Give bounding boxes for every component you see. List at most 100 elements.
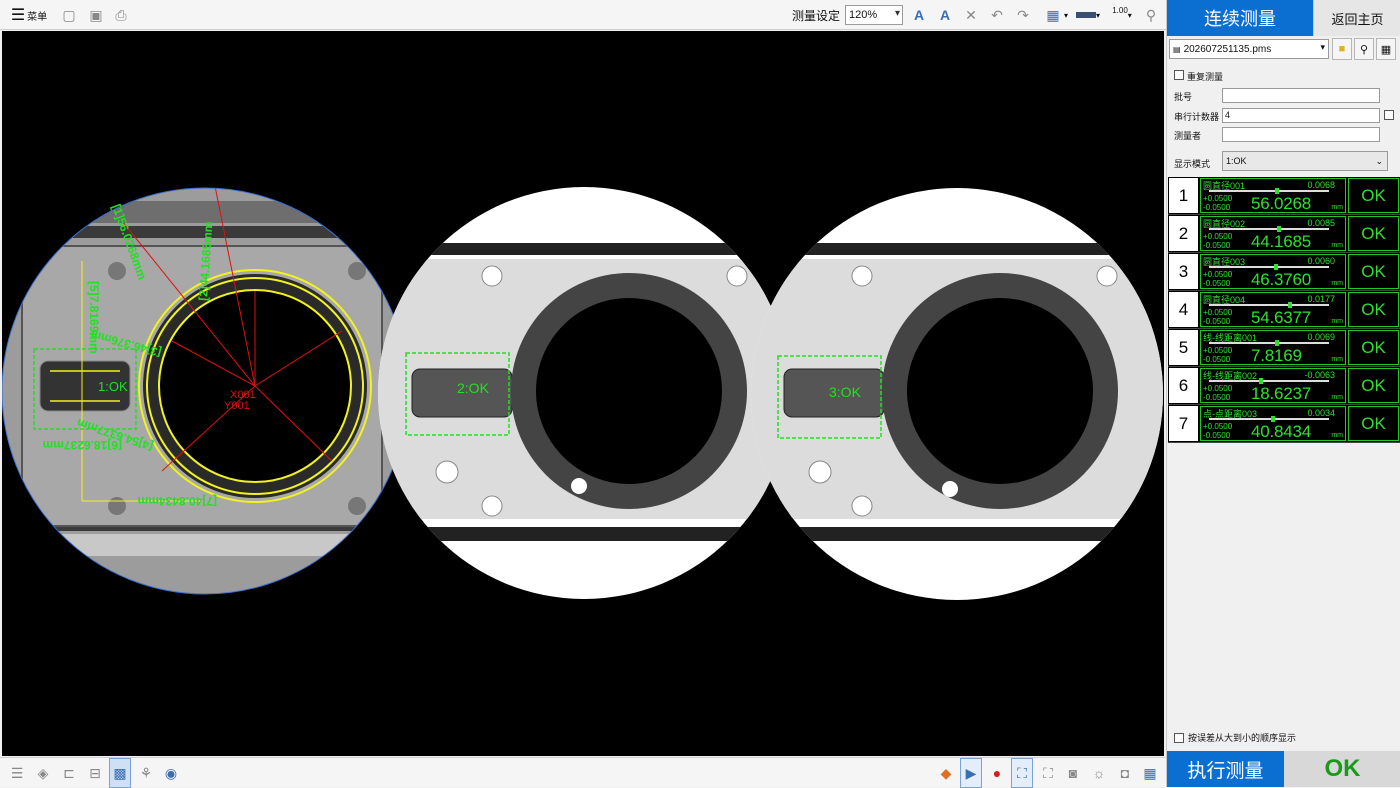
image-icon: ▩ bbox=[113, 764, 127, 781]
camera-view-button[interactable]: ◉ bbox=[160, 758, 182, 788]
image-viewport[interactable]: 1:OK X001 Y001 [2]44.1685mm [1]56.0268mm… bbox=[2, 31, 1164, 756]
display-mode-value: 1:OK bbox=[1226, 156, 1247, 166]
batch-input[interactable] bbox=[1222, 88, 1380, 103]
result-detail: 圆直径002 0.0085 +0.0500 -0.0500 44.1685 mm bbox=[1200, 216, 1346, 251]
result-unit: mm bbox=[1331, 394, 1343, 401]
operator-label: 测量者 bbox=[1174, 131, 1202, 141]
tolerance-plus: +0.0500 bbox=[1203, 384, 1233, 393]
sort-option[interactable]: 按误差从大到小的顺序显示 bbox=[1174, 731, 1296, 744]
undo-icon: ↶ bbox=[991, 6, 1003, 23]
result-row[interactable]: 3 圆直径003 0.0060 +0.0500 -0.0500 46.3760 mm OK bbox=[1168, 253, 1400, 291]
counter-input[interactable]: 4 bbox=[1222, 108, 1380, 123]
measure-setting-label: 测量设定 bbox=[791, 8, 840, 23]
undo-button[interactable]: ↶ bbox=[986, 0, 1008, 30]
location-button[interactable]: ⚲ bbox=[1140, 0, 1162, 30]
table-icon: ▦ bbox=[1143, 764, 1157, 781]
capture-button[interactable]: ◙ bbox=[1062, 758, 1084, 788]
station-3-image bbox=[751, 188, 1163, 600]
result-detail: 线-线距离002 -0.0063 +0.0500 -0.0500 18.6237 mm bbox=[1200, 368, 1346, 403]
station-2-label: 2:OK bbox=[457, 380, 490, 396]
delete-button[interactable]: ✕ bbox=[960, 0, 982, 30]
auto-text-button[interactable]: A bbox=[933, 0, 957, 30]
sort-checkbox[interactable] bbox=[1174, 732, 1184, 743]
result-value: 18.6237 bbox=[1251, 384, 1312, 403]
print-button[interactable]: ⎙ bbox=[110, 0, 132, 30]
result-status: OK bbox=[1348, 292, 1399, 327]
result-deviation: -0.0063 bbox=[1304, 370, 1335, 380]
station-1-label: 1:OK bbox=[98, 379, 128, 394]
result-row[interactable]: 6 线-线距离002 -0.0063 +0.0500 -0.0500 18.6237 mm O… bbox=[1168, 367, 1400, 405]
camera-image: 1:OK X001 Y001 [2]44.1685mm [1]56.0268mm… bbox=[2, 187, 1163, 600]
result-detail: 圆直径001 0.0068 +0.0500 -0.0500 56.0268 mm bbox=[1200, 178, 1346, 213]
result-deviation: 0.0060 bbox=[1307, 256, 1335, 266]
tolerance-plus: +0.0500 bbox=[1203, 194, 1233, 203]
zoom-fit-button[interactable]: ⛶ bbox=[1037, 758, 1059, 788]
file-settings-button[interactable]: ▦ bbox=[1376, 38, 1396, 60]
search-icon: ⚲ bbox=[1359, 43, 1369, 56]
sort-label: 按误差从大到小的顺序显示 bbox=[1188, 733, 1297, 743]
result-row[interactable]: 5 线-线距离001 0.0069 +0.0500 -0.0500 7.8169 mm OK bbox=[1168, 329, 1400, 367]
tolerance-plus: +0.0500 bbox=[1203, 422, 1233, 431]
side-panel: 连续测量 返回主页 ▤ 202607251135.pms ▾ ■ ⚲ ▦ 重复测… bbox=[1166, 0, 1400, 787]
list-icon: ☰ bbox=[10, 764, 24, 781]
tree-button[interactable]: ⚘ bbox=[135, 758, 157, 788]
new-file-button[interactable]: ▢ bbox=[58, 0, 80, 30]
result-detail: 线-线距离001 0.0069 +0.0500 -0.0500 7.8169 mm bbox=[1200, 330, 1346, 365]
result-unit: mm bbox=[1331, 204, 1343, 211]
file-select[interactable]: ▤ 202607251135.pms ▾ bbox=[1169, 39, 1329, 59]
result-number: 4 bbox=[1168, 291, 1199, 328]
operator-input[interactable] bbox=[1222, 127, 1380, 142]
result-row[interactable]: 1 圆直径001 0.0068 +0.0500 -0.0500 56.0268 mm OK bbox=[1168, 177, 1400, 215]
dimension-button[interactable]: ⊏ bbox=[58, 758, 80, 788]
result-detail: 圆直径004 0.0177 +0.0500 -0.0500 54.6377 mm bbox=[1200, 292, 1346, 327]
station-3-label: 3:OK bbox=[829, 384, 862, 400]
zoom-value: 120% bbox=[849, 9, 878, 21]
batch-label: 批号 bbox=[1174, 92, 1193, 102]
redo-icon: ↷ bbox=[1017, 6, 1029, 23]
result-detail: 点-点距离003 0.0034 +0.0500 -0.0500 40.8434 mm bbox=[1200, 406, 1346, 441]
line-width-value: 1.00 bbox=[1112, 5, 1128, 15]
image-view-button[interactable]: ▩ bbox=[109, 758, 131, 788]
chevron-down-icon: ⌄ bbox=[1375, 156, 1383, 166]
search-file-button[interactable]: ⚲ bbox=[1354, 38, 1374, 60]
result-unit: mm bbox=[1331, 432, 1343, 439]
result-detail: 圆直径003 0.0060 +0.0500 -0.0500 46.3760 mm bbox=[1200, 254, 1346, 289]
continuous-measure-button[interactable]: 连续测量 bbox=[1167, 0, 1313, 36]
new-file-icon: ▢ bbox=[62, 6, 76, 23]
stop-button[interactable]: ● bbox=[986, 758, 1008, 788]
tolerance-minus: -0.0500 bbox=[1203, 241, 1231, 250]
snapshot-button[interactable]: ◘ bbox=[1114, 758, 1136, 788]
brightness-button[interactable]: ☼ bbox=[1088, 758, 1110, 788]
display-mode-select[interactable]: 1:OK ⌄ bbox=[1222, 151, 1388, 171]
line-width-select[interactable]: 1.00 ▾ bbox=[1106, 0, 1138, 30]
counter-checkbox[interactable] bbox=[1384, 110, 1394, 120]
result-number: 2 bbox=[1168, 215, 1199, 252]
play-button[interactable]: ▶ bbox=[960, 758, 982, 788]
line-style-select[interactable]: ▾ bbox=[1072, 0, 1104, 30]
auto-detect-button[interactable]: ⛶ bbox=[1011, 758, 1033, 788]
result-number: 7 bbox=[1168, 405, 1199, 442]
tolerance-minus: -0.0500 bbox=[1203, 317, 1231, 326]
menu-button[interactable]: ☰ 菜单 bbox=[8, 0, 50, 30]
home-button[interactable]: 返回主页 bbox=[1313, 0, 1400, 36]
layers-button[interactable]: ◈ bbox=[32, 758, 54, 788]
color-select[interactable]: ▦ ▾ bbox=[1040, 0, 1070, 30]
result-row[interactable]: 4 圆直径004 0.0177 +0.0500 -0.0500 54.6377 mm OK bbox=[1168, 291, 1400, 329]
fixture-button[interactable]: ⊟ bbox=[84, 758, 106, 788]
result-row[interactable]: 7 点-点距离003 0.0034 +0.0500 -0.0500 40.8434 mm OK bbox=[1168, 405, 1400, 443]
open-folder-button[interactable]: ■ bbox=[1332, 38, 1352, 60]
table-button[interactable]: ▦ bbox=[1139, 758, 1161, 788]
redo-button[interactable]: ↷ bbox=[1012, 0, 1034, 30]
list-view-button[interactable]: ☰ bbox=[6, 758, 28, 788]
auto-fit-button[interactable]: A bbox=[907, 0, 931, 30]
stack-button[interactable]: ◆ bbox=[935, 758, 957, 788]
result-row[interactable]: 2 圆直径002 0.0085 +0.0500 -0.0500 44.1685 mm OK bbox=[1168, 215, 1400, 253]
stack-icon: ◆ bbox=[940, 764, 952, 781]
save-button[interactable]: ▣ bbox=[85, 0, 107, 30]
result-deviation: 0.0085 bbox=[1307, 218, 1335, 228]
repeat-checkbox[interactable] bbox=[1174, 70, 1184, 80]
file-icon: ▤ bbox=[1173, 44, 1181, 54]
execute-measure-button[interactable]: 执行测量 bbox=[1167, 751, 1284, 787]
tolerance-plus: +0.0500 bbox=[1203, 232, 1233, 241]
zoom-select[interactable]: 120% ▾ bbox=[845, 5, 903, 25]
